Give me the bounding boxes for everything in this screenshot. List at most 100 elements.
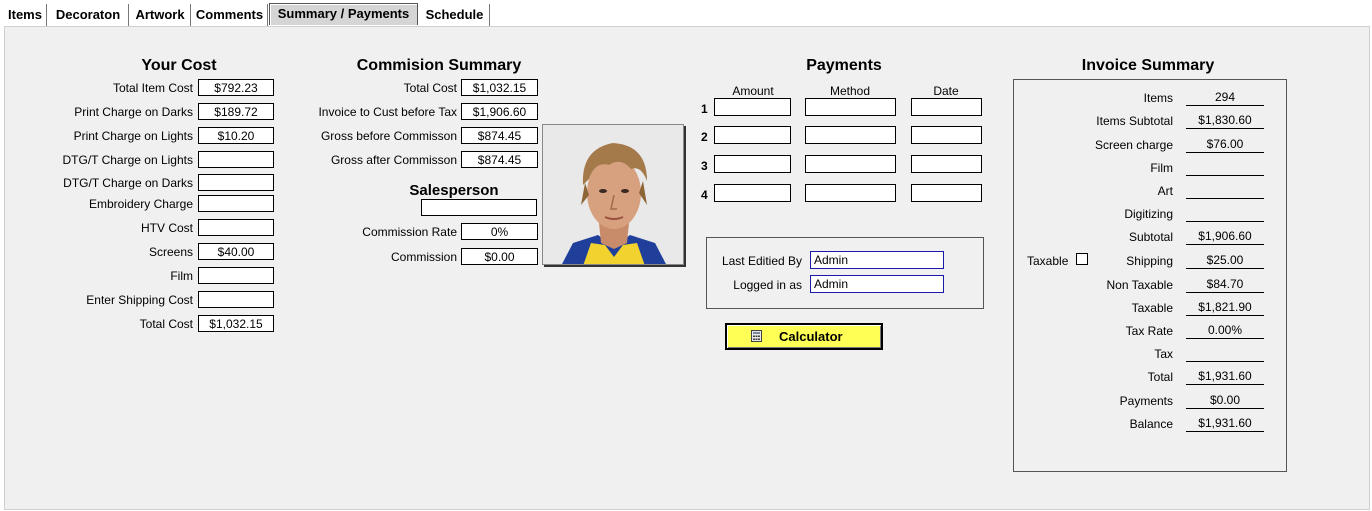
inv-film-label: Film — [1150, 161, 1173, 175]
print-charge-darks-field[interactable]: $189.72 — [198, 103, 274, 120]
payment-1-amount[interactable] — [714, 98, 791, 116]
payment-1-date[interactable] — [911, 98, 982, 116]
payment-row-number: 1 — [701, 102, 708, 116]
logged-in-as-label: Logged in as — [733, 278, 802, 292]
film-cost-field[interactable] — [198, 267, 274, 284]
salesperson-photo — [542, 124, 684, 265]
htv-cost-field[interactable] — [198, 219, 274, 236]
inv-tax-rate-value[interactable]: 0.00% — [1186, 322, 1264, 339]
salesperson-portrait-image — [543, 125, 683, 264]
tab-artwork[interactable]: Artwork — [130, 4, 191, 26]
total-cost-label: Total Cost — [139, 317, 193, 331]
inv-art-value[interactable] — [1186, 182, 1264, 199]
gross-before-commission-field[interactable]: $874.45 — [461, 127, 538, 144]
payment-4-method[interactable] — [805, 184, 896, 202]
payment-row-number: 4 — [701, 188, 708, 202]
payments-date-header: Date — [933, 84, 959, 98]
commission-rate-field[interactable]: 0% — [461, 223, 538, 240]
dtg-charge-lights-label: DTG/T Charge on Lights — [62, 153, 193, 167]
inv-non-taxable-value[interactable]: $84.70 — [1186, 276, 1264, 293]
inv-items-label: Items — [1143, 91, 1173, 105]
inv-subtotal-label: Subtotal — [1128, 230, 1173, 244]
invoice-before-tax-label: Invoice to Cust before Tax — [318, 105, 457, 119]
inv-shipping-label: Shipping — [1126, 254, 1173, 268]
logged-in-as-field[interactable]: Admin — [810, 275, 944, 293]
payment-3-method[interactable] — [805, 155, 896, 173]
invoice-summary-title: Invoice Summary — [1081, 57, 1215, 74]
calculator-icon — [751, 330, 762, 342]
inv-shipping-value[interactable]: $25.00 — [1186, 252, 1264, 269]
payment-row-number: 3 — [701, 159, 708, 173]
commission-field[interactable]: $0.00 — [461, 248, 538, 265]
inv-items-subtotal-label: Items Subtotal — [1096, 114, 1173, 128]
total-cost-field[interactable]: $1,032.15 — [198, 315, 274, 332]
commission-rate-label: Commission Rate — [362, 225, 457, 239]
htv-cost-label: HTV Cost — [140, 221, 193, 235]
inv-subtotal-value[interactable]: $1,906.60 — [1186, 228, 1264, 245]
summary-payments-panel: Your Cost Total Item Cost $792.23 Print … — [4, 26, 1370, 510]
inv-payments-value[interactable]: $0.00 — [1186, 392, 1264, 409]
screens-field[interactable]: $40.00 — [198, 243, 274, 260]
inv-film-value[interactable] — [1186, 159, 1264, 176]
taxable-checkbox[interactable] — [1076, 253, 1088, 265]
tab-comments[interactable]: Comments — [192, 4, 268, 26]
salesperson-field[interactable] — [421, 199, 537, 216]
calculator-button[interactable]: Calculator — [725, 323, 883, 350]
embroidery-charge-label: Embroidery Charge — [88, 197, 193, 211]
inv-tax-rate-label: Tax Rate — [1125, 324, 1173, 338]
payment-4-date[interactable] — [911, 184, 982, 202]
inv-total-value[interactable]: $1,931.60 — [1186, 368, 1264, 385]
dtg-charge-darks-label: DTG/T Charge on Darks — [63, 176, 193, 190]
salesperson-title: Salesperson — [409, 182, 499, 199]
total-item-cost-label: Total Item Cost — [112, 81, 193, 95]
inv-tax-value[interactable] — [1186, 345, 1264, 362]
inv-digitizing-label: Digitizing — [1124, 207, 1173, 221]
comm-total-cost-field[interactable]: $1,032.15 — [461, 79, 538, 96]
dtg-charge-lights-field[interactable] — [198, 151, 274, 168]
total-item-cost-field[interactable]: $792.23 — [198, 79, 274, 96]
inv-items-value[interactable]: 294 — [1186, 89, 1264, 106]
inv-screen-charge-label: Screen charge — [1094, 138, 1173, 152]
print-charge-darks-label: Print Charge on Darks — [74, 105, 193, 119]
payment-2-amount[interactable] — [714, 126, 791, 144]
inv-taxable-value[interactable]: $1,821.90 — [1186, 299, 1264, 316]
payment-3-date[interactable] — [911, 155, 982, 173]
gross-before-commission-label: Gross before Commisson — [320, 129, 457, 143]
shipping-cost-label: Enter Shipping Cost — [86, 293, 193, 307]
dtg-charge-darks-field[interactable] — [198, 174, 274, 191]
embroidery-charge-field[interactable] — [198, 195, 274, 212]
commission-summary-title: Commision Summary — [356, 57, 522, 74]
inv-balance-value[interactable]: $1,931.60 — [1186, 415, 1264, 432]
inv-screen-charge-value[interactable]: $76.00 — [1186, 136, 1264, 153]
gross-after-commission-label: Gross after Commisson — [330, 153, 457, 167]
print-charge-lights-field[interactable]: $10.20 — [198, 127, 274, 144]
invoice-before-tax-field[interactable]: $1,906.60 — [461, 103, 538, 120]
inv-items-subtotal-value[interactable]: $1,830.60 — [1186, 112, 1264, 129]
payment-3-amount[interactable] — [714, 155, 791, 173]
payments-amount-header: Amount — [732, 84, 774, 98]
tab-summary-payments[interactable]: Summary / Payments — [269, 3, 418, 25]
last-edited-by-label: Last Editied By — [721, 254, 802, 268]
taxable-checkbox-label: Taxable — [1027, 254, 1069, 268]
shipping-cost-field[interactable] — [198, 291, 274, 308]
inv-digitizing-value[interactable] — [1186, 205, 1264, 222]
inv-payments-label: Payments — [1119, 394, 1173, 408]
payments-title: Payments — [806, 57, 882, 74]
screens-label: Screens — [148, 245, 193, 259]
payment-2-method[interactable] — [805, 126, 896, 144]
last-edited-by-field[interactable]: Admin — [810, 251, 944, 269]
payment-1-method[interactable] — [805, 98, 896, 116]
payment-4-amount[interactable] — [714, 184, 791, 202]
tab-decoration[interactable]: Decoraton — [48, 4, 129, 26]
tab-schedule[interactable]: Schedule — [420, 4, 490, 26]
inv-taxable-label: Taxable — [1131, 301, 1173, 315]
calculator-label: Calculator — [779, 329, 843, 344]
inv-total-label: Total — [1147, 370, 1173, 384]
inv-art-label: Art — [1157, 184, 1173, 198]
payments-method-header: Method — [829, 84, 871, 98]
payment-2-date[interactable] — [911, 126, 982, 144]
comm-total-cost-label: Total Cost — [403, 81, 457, 95]
print-charge-lights-label: Print Charge on Lights — [73, 129, 193, 143]
gross-after-commission-field[interactable]: $874.45 — [461, 151, 538, 168]
tab-items[interactable]: Items — [4, 4, 47, 26]
